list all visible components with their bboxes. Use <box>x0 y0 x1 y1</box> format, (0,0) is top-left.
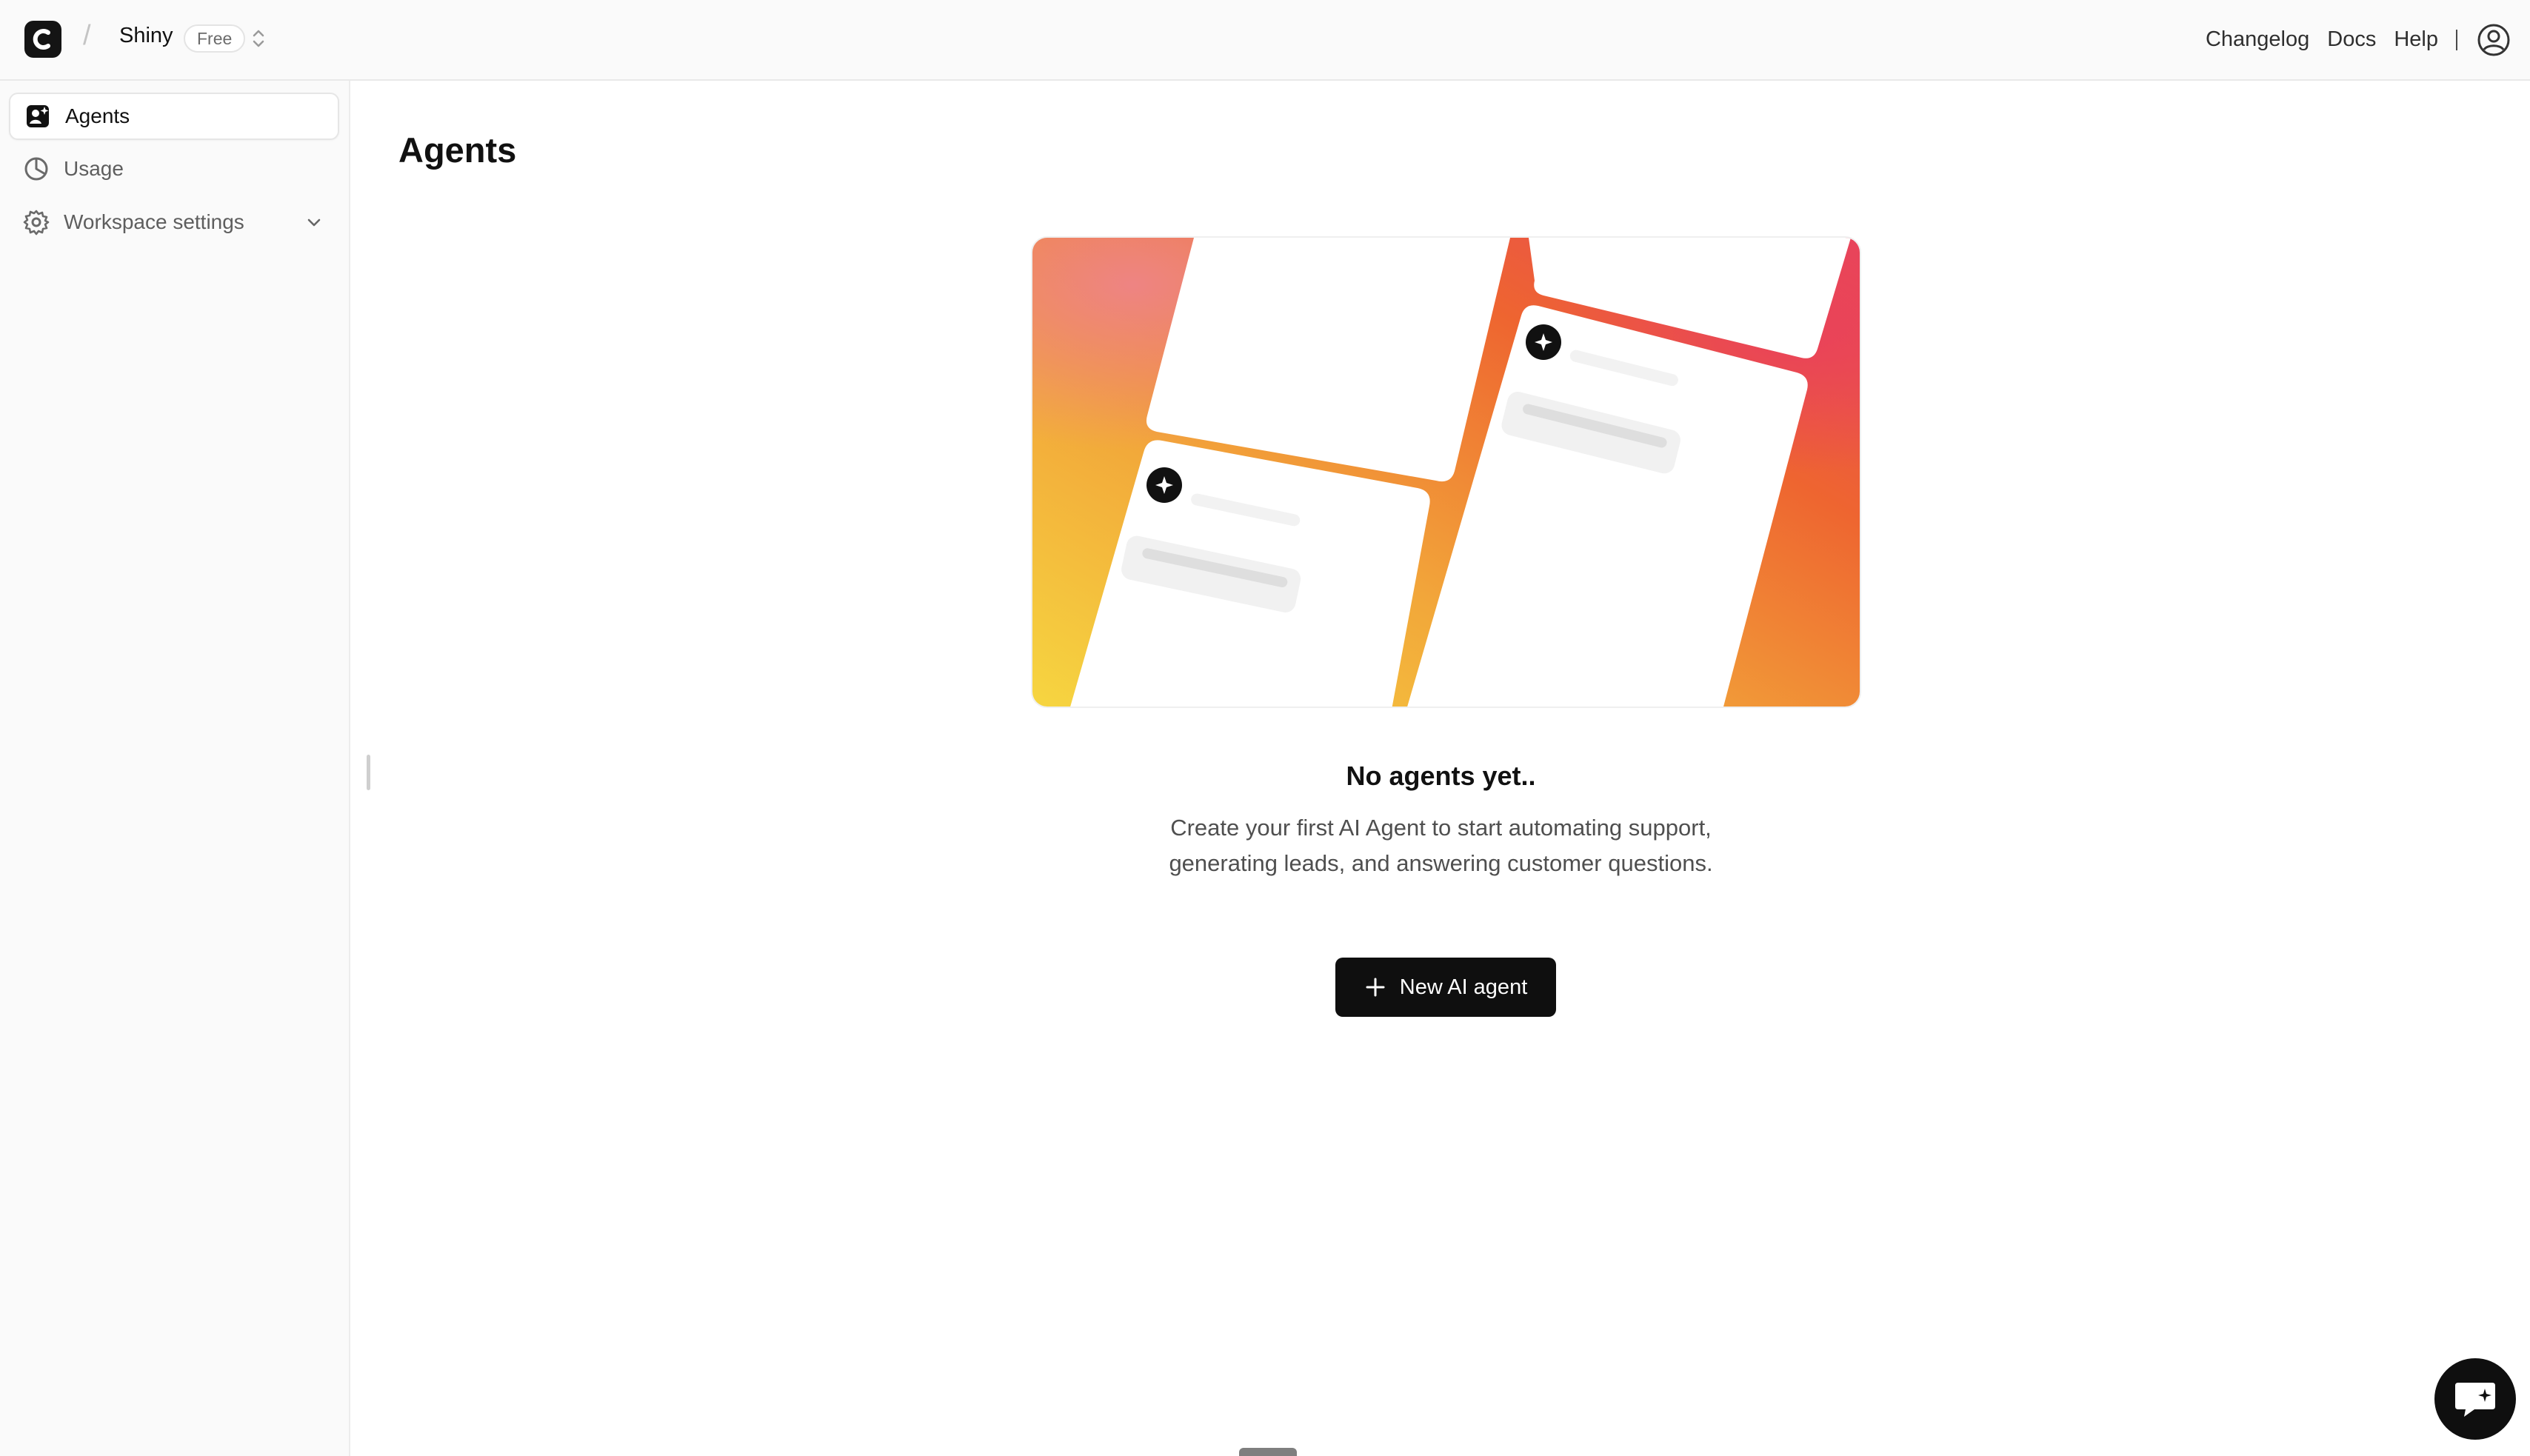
gear-icon <box>23 210 50 236</box>
header-divider <box>2456 29 2457 50</box>
empty-state-illustration <box>1031 236 1861 708</box>
chat-bubble-icon <box>2455 1383 2495 1417</box>
header-links: Changelog Docs Help <box>2206 0 2511 79</box>
bottom-tab-handle[interactable] <box>1239 1448 1297 1456</box>
changelog-link[interactable]: Changelog <box>2206 27 2309 52</box>
chat-widget-button[interactable] <box>2434 1358 2516 1440</box>
user-avatar-icon[interactable] <box>2477 23 2511 57</box>
agents-illustration-image <box>1032 238 1860 707</box>
empty-state-title: No agents yet.. <box>1346 761 1536 791</box>
logo-c-icon <box>33 29 50 50</box>
chevron-down-icon[interactable] <box>305 213 323 231</box>
sidebar-item-label: Agents <box>65 104 130 127</box>
empty-state-description: Create your first AI Agent to start auto… <box>352 810 2530 881</box>
new-ai-agent-button-label: New AI agent <box>1399 975 1528 999</box>
plus-icon <box>1366 978 1385 997</box>
workspace-name[interactable]: Shiny <box>119 24 173 48</box>
docs-link[interactable]: Docs <box>2327 27 2376 52</box>
sidebar-item-workspace-settings[interactable]: Workspace settings <box>9 198 339 246</box>
page-title: Agents <box>398 130 517 170</box>
chevron-up-down-icon[interactable] <box>249 26 268 51</box>
app-window: / Shiny Free Changelog Docs Help Agents … <box>0 0 2530 1456</box>
empty-state-description-line: Create your first AI Agent to start auto… <box>1170 815 1712 841</box>
main-content: Agents No agents yet.. Create your first… <box>352 81 2530 1456</box>
app-logo[interactable] <box>24 21 61 58</box>
sidebar: Agents Usage Workspace settings <box>0 81 350 1456</box>
breadcrumb-separator: / <box>83 20 91 51</box>
sidebar-item-label: Workspace settings <box>64 210 244 233</box>
empty-state-description-line: generating leads, and answering customer… <box>1169 850 1713 876</box>
help-link[interactable]: Help <box>2394 27 2438 52</box>
sidebar-item-usage[interactable]: Usage <box>9 145 339 193</box>
pie-chart-icon <box>24 157 48 181</box>
sidebar-item-agents[interactable]: Agents <box>9 93 339 140</box>
sidebar-item-label: Usage <box>64 157 124 180</box>
new-ai-agent-button[interactable]: New AI agent <box>1335 958 1556 1017</box>
top-bar: / Shiny Free Changelog Docs Help <box>0 0 2530 81</box>
agent-icon <box>27 105 49 127</box>
plan-badge: Free <box>184 24 246 53</box>
